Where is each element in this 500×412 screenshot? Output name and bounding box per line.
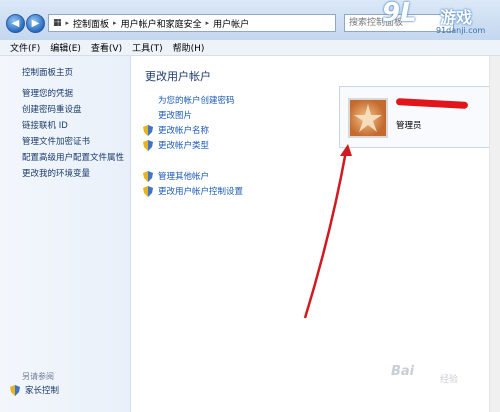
baidu-watermark-text: 经验 <box>440 375 459 385</box>
shield-icon <box>10 384 20 396</box>
baidu-watermark: Bai <box>391 364 415 379</box>
main-content: 更改用户帐户 为您的帐户创建密码 更改图片 更改帐户名称 更改帐户类型 管理其他… <box>131 56 500 412</box>
watermark-logo: 9L 游戏 91danji.com <box>382 0 486 35</box>
address-bar[interactable]: ▦ ▸ 控制面板 ▸ 用户帐户和家庭安全 ▸ 用户帐户 <box>48 14 336 32</box>
scrollbar[interactable] <box>489 56 500 412</box>
parental-controls-link[interactable]: 家长控制 <box>10 384 59 396</box>
menu-view[interactable]: 查看(V) <box>91 41 122 54</box>
breadcrumb-user-accounts[interactable]: 用户帐户 <box>213 17 249 30</box>
see-also-label: 另请参阅 <box>22 372 54 381</box>
create-reset-disk-link[interactable]: 创建密码重设盘 <box>22 103 82 115</box>
menu-file[interactable]: 文件(F) <box>10 41 40 54</box>
title-bar: ◀ ▶ ▦ ▸ 控制面板 ▸ 用户帐户和家庭安全 ▸ 用户帐户 搜索控制面板 9… <box>0 0 500 41</box>
back-button[interactable]: ◀ <box>6 14 25 33</box>
annotation-arrow <box>303 144 352 319</box>
advanced-profile-link[interactable]: 配置高级用户配置文件属性 <box>22 151 124 163</box>
manage-encryption-link[interactable]: 管理文件加密证书 <box>22 135 90 147</box>
menu-tools[interactable]: 工具(T) <box>132 41 163 54</box>
breadcrumb-control-panel[interactable]: 控制面板 <box>73 17 109 30</box>
menu-bar: 文件(F) 编辑(E) 查看(V) 工具(T) 帮助(H) <box>0 40 500 56</box>
link-online-id-link[interactable]: 链接联机 ID <box>22 119 68 131</box>
breadcrumb-family-safety[interactable]: 用户帐户和家庭安全 <box>121 17 202 30</box>
breadcrumb-separator: ▸ <box>113 19 117 27</box>
manage-credentials-link[interactable]: 管理您的凭据 <box>22 87 73 99</box>
menu-edit[interactable]: 编辑(E) <box>50 41 81 54</box>
left-task-pane: 控制面板主页 管理您的凭据 创建密码重设盘 链接联机 ID 管理文件加密证书 配… <box>0 56 131 412</box>
control-panel-icon: ▦ <box>53 18 62 28</box>
breadcrumb-separator: ▸ <box>205 19 210 27</box>
control-panel-home-link[interactable]: 控制面板主页 <box>22 66 73 78</box>
environment-variables-link[interactable]: 更改我的环境变量 <box>22 167 90 179</box>
arrow-head-icon <box>340 144 352 156</box>
breadcrumb-separator: ▸ <box>65 19 70 27</box>
menu-help[interactable]: 帮助(H) <box>173 41 205 54</box>
forward-button[interactable]: ▶ <box>26 14 45 33</box>
